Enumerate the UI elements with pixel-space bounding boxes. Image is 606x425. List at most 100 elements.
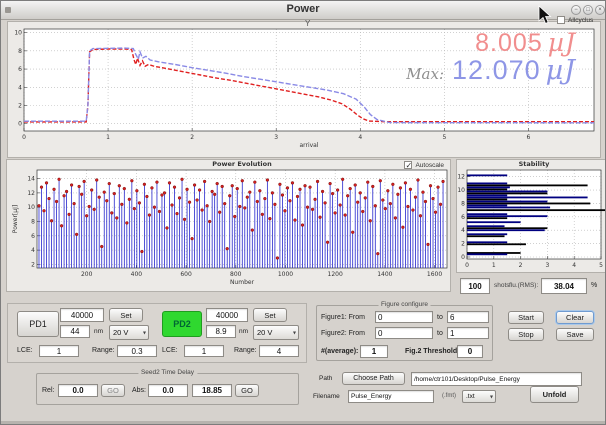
svg-text:Power[µJ]: Power[µJ] — [12, 205, 19, 233]
range1-input[interactable] — [117, 345, 157, 357]
svg-text:200: 200 — [81, 271, 93, 278]
svg-text:3: 3 — [545, 262, 549, 269]
filename-label: Filename — [313, 393, 340, 400]
window-title: Power — [1, 3, 605, 15]
threshold-input[interactable] — [457, 345, 483, 358]
svg-text:12: 12 — [457, 174, 465, 181]
svg-text:14: 14 — [27, 176, 35, 183]
allcycles-checkbox-box[interactable] — [557, 16, 565, 24]
figure2-from-label: Figure2: From — [321, 330, 365, 337]
abs-label: Abs: — [132, 387, 146, 394]
unfold-button[interactable]: Unfold — [530, 386, 579, 403]
autoscale-checkbox-label: Autoscale — [415, 162, 444, 169]
svg-text:2: 2 — [190, 134, 194, 141]
autoscale-checkbox[interactable]: ✓ Autoscale — [404, 161, 444, 169]
average-input[interactable] — [360, 345, 388, 358]
range2-input[interactable] — [259, 345, 299, 357]
figure2-to-input[interactable] — [447, 327, 489, 339]
svg-text:4: 4 — [358, 134, 362, 141]
path-input[interactable] — [411, 372, 582, 386]
svg-text:2: 2 — [519, 262, 523, 269]
pd2-voltage-select[interactable]: 20 V▾ — [253, 325, 299, 340]
power-evolution-panel: 20040060080010001200140016002468101214Nu… — [6, 159, 451, 292]
stability-panel: 012345024681012Stability — [456, 159, 606, 273]
chevron-down-icon: ▾ — [490, 393, 493, 400]
maximize-button[interactable]: □ — [583, 5, 593, 15]
pd-control-panel: PD1 Set nm 20 V▾ PD2 Set nm 20 V▾ LCE: R… — [7, 303, 307, 363]
pd2-voltage-value: 20 V — [257, 328, 272, 337]
pd1-button[interactable]: PD1 — [17, 311, 59, 337]
svg-text:10: 10 — [14, 30, 22, 37]
pd1-freq-input[interactable] — [60, 308, 104, 322]
svg-text:Power Evolution: Power Evolution — [212, 160, 272, 168]
lce2-input[interactable] — [184, 345, 224, 357]
choose-path-button[interactable]: Choose Path — [342, 372, 405, 385]
pd1-voltage-select[interactable]: 20 V ▾ — [109, 325, 149, 340]
svg-text:6: 6 — [18, 66, 22, 73]
pd1-wavelength-input[interactable] — [60, 325, 90, 338]
format-select[interactable]: .txt▾ — [462, 390, 496, 403]
average-label: #(average): — [321, 348, 358, 355]
save-button[interactable]: Save — [556, 328, 594, 341]
allcycles-checkbox-label: Allcyclus — [568, 17, 593, 24]
rms-input[interactable] — [541, 278, 587, 294]
format-label: (.fmt) — [442, 393, 456, 399]
figure2-to-label: to — [437, 330, 443, 337]
svg-text:1000: 1000 — [278, 271, 293, 278]
svg-text:4: 4 — [461, 227, 465, 234]
svg-text:600: 600 — [180, 271, 192, 278]
chevron-down-icon: ▾ — [143, 329, 146, 336]
abs-target-input[interactable] — [192, 384, 232, 397]
seed2-time-delay-group: Seed2 Time Delay Rel: GO Abs: GO — [36, 373, 299, 405]
rel-input[interactable] — [58, 384, 98, 397]
close-button[interactable]: × — [595, 5, 605, 15]
figure1-from-input[interactable] — [375, 311, 433, 323]
rms-label: flu.(RMS): — [509, 282, 538, 289]
svg-text:4: 4 — [31, 247, 35, 254]
svg-text:2: 2 — [31, 261, 35, 268]
shots-input[interactable] — [460, 278, 490, 294]
clear-button[interactable]: Clear — [556, 311, 594, 324]
stability-chart[interactable]: 012345024681012Stability — [457, 160, 606, 272]
stop-button[interactable]: Stop — [508, 328, 544, 341]
rel-go-button[interactable]: GO — [101, 384, 125, 397]
svg-text:1200: 1200 — [328, 271, 343, 278]
pd2-nm-label: nm — [239, 328, 248, 335]
mouse-cursor — [537, 5, 553, 25]
svg-text:8: 8 — [18, 48, 22, 55]
figure2-from-input[interactable] — [375, 327, 433, 339]
pd1-voltage-value: 20 V — [113, 328, 128, 337]
lce1-label: LCE: — [17, 347, 33, 354]
svg-text:1600: 1600 — [427, 271, 442, 278]
power-evolution-chart[interactable]: 20040060080010001200140016002468101214Nu… — [7, 160, 450, 291]
abs-input[interactable] — [148, 384, 188, 397]
svg-text:4: 4 — [18, 84, 22, 91]
abs-go-button[interactable]: GO — [235, 384, 259, 397]
svg-text:1: 1 — [492, 262, 496, 269]
pd1-set-button[interactable]: Set — [109, 308, 143, 322]
svg-text:Stability: Stability — [519, 160, 551, 168]
figure1-to-input[interactable] — [447, 311, 489, 323]
pd2-wavelength-input[interactable] — [206, 325, 236, 338]
pd2-freq-input[interactable] — [206, 308, 248, 322]
start-button[interactable]: Start — [508, 311, 544, 324]
filename-input[interactable] — [348, 390, 434, 403]
autoscale-checkbox-box[interactable]: ✓ — [404, 161, 412, 169]
titlebar: Power − □ × — [1, 1, 605, 20]
minimize-button[interactable]: − — [571, 5, 581, 15]
svg-text:12: 12 — [27, 190, 35, 197]
svg-text:2: 2 — [461, 241, 465, 248]
svg-text:8: 8 — [461, 200, 465, 207]
shots-label: shots — [494, 282, 510, 289]
pd2-set-button[interactable]: Set — [253, 308, 287, 322]
svg-text:Number: Number — [230, 279, 255, 286]
svg-text:8: 8 — [31, 219, 35, 226]
energy-scan-panel: 01234560246810arrival 8.005µJ Max:12.070… — [7, 21, 601, 158]
range1-label: Range: — [92, 347, 115, 354]
max-energy-value: 12.070 — [452, 55, 541, 85]
current-energy-readout: 8.005µJ — [475, 28, 576, 58]
lce1-input[interactable] — [39, 345, 79, 357]
pd2-button[interactable]: PD2 — [162, 311, 202, 337]
allcycles-checkbox[interactable]: Allcyclus — [557, 16, 593, 24]
current-energy-unit: µJ — [548, 28, 576, 57]
